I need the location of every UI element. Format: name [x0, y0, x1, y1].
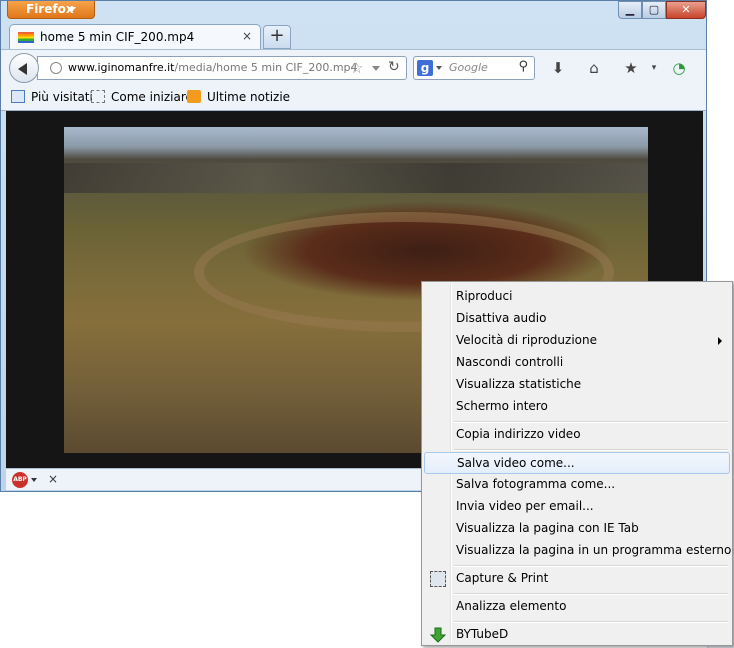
menu-item-label: Disattiva audio: [456, 311, 547, 325]
menu-item-label: Salva video come...: [457, 456, 575, 470]
menu-item-playback-speed[interactable]: Velocità di riproduzione: [424, 330, 730, 352]
menu-item-label: Capture & Print: [456, 571, 549, 585]
back-button[interactable]: [9, 53, 39, 83]
bookmark-most-visited[interactable]: Più visitati: [11, 90, 93, 104]
menu-item-email-video[interactable]: Invia video per email...: [424, 496, 730, 518]
menu-item-label: Visualizza la pagina in un programma est…: [456, 543, 734, 557]
google-icon[interactable]: g: [417, 60, 433, 76]
reload-icon[interactable]: ↻: [388, 59, 400, 75]
bookmark-getting-started[interactable]: Come iniziare: [91, 90, 193, 104]
menu-separator: [454, 449, 728, 451]
menu-item-label: Schermo intero: [456, 399, 548, 413]
menu-separator: [454, 593, 728, 595]
bookmarks-toolbar: Più visitati Come iniziare Ultime notizi…: [1, 85, 706, 111]
menu-separator: [454, 565, 728, 567]
menu-item-bytubed[interactable]: BYTubeD: [424, 624, 730, 646]
search-placeholder: Google: [449, 61, 488, 74]
search-bar[interactable]: g Google ⚲: [413, 56, 535, 80]
menu-item-copy-video-location[interactable]: Copia indirizzo video: [424, 424, 730, 446]
bookmarks-menu-icon[interactable]: ★: [621, 58, 641, 78]
search-icon[interactable]: ⚲: [518, 59, 528, 74]
menu-item-label: BYTubeD: [456, 627, 509, 641]
title-bar: Firefox ▁ ▢ ✕: [1, 1, 706, 21]
tab-close-icon[interactable]: ×: [242, 29, 252, 43]
firefox-menu-button[interactable]: Firefox: [7, 1, 95, 19]
submenu-arrow-icon: [718, 337, 722, 345]
search-engine-dropdown-icon[interactable]: [436, 66, 442, 70]
firefox-menu-label: Firefox: [26, 2, 74, 16]
menu-item-save-video-as[interactable]: Salva video come...: [424, 452, 730, 474]
home-icon[interactable]: ⌂: [584, 58, 604, 78]
menu-item-hide-controls[interactable]: Nascondi controlli: [424, 352, 730, 374]
chevron-down-icon: [68, 7, 76, 12]
tab-title: home 5 min CIF_200.mp4: [40, 30, 195, 44]
adblock-plus-icon[interactable]: ABP: [12, 472, 28, 488]
menu-item-mute[interactable]: Disattiva audio: [424, 308, 730, 330]
favicon-icon: [18, 32, 34, 43]
menu-item-label: Salva fotogramma come...: [456, 477, 616, 491]
url-domain: www.iginomanfre.it: [68, 61, 175, 74]
menu-item-label: Velocità di riproduzione: [456, 333, 597, 347]
minimize-button[interactable]: ▁: [618, 1, 642, 19]
menu-item-show-statistics[interactable]: Visualizza statistiche: [424, 374, 730, 396]
menu-item-label: Visualizza statistiche: [456, 377, 582, 391]
globe-icon: [50, 62, 62, 74]
history-dropdown-icon[interactable]: [372, 66, 380, 71]
menu-separator: [454, 621, 728, 623]
sync-addon-icon[interactable]: ◔: [669, 58, 689, 78]
download-icon[interactable]: ⬇: [548, 58, 568, 78]
menu-item-view-in-external-program[interactable]: Visualizza la pagina in un programma est…: [424, 540, 734, 562]
menu-item-label: Visualizza la pagina con IE Tab: [456, 521, 639, 535]
bytubed-icon: [429, 627, 447, 643]
capture-icon: [430, 571, 446, 587]
tab-video[interactable]: home 5 min CIF_200.mp4 ×: [9, 24, 261, 50]
menu-item-capture-print[interactable]: Capture & Print: [424, 568, 730, 590]
menu-item-label: Riproduci: [456, 289, 513, 303]
menu-item-label: Nascondi controlli: [456, 355, 564, 369]
menu-item-view-in-ie-tab[interactable]: Visualizza la pagina con IE Tab: [424, 518, 730, 540]
bookmarks-dropdown-icon[interactable]: ▾: [644, 58, 664, 78]
maximize-button[interactable]: ▢: [642, 1, 666, 19]
bookmark-label: Come iniziare: [111, 90, 193, 104]
bookmark-label: Più visitati: [31, 90, 93, 104]
menu-separator: [454, 421, 728, 423]
menu-item-label: Analizza elemento: [456, 599, 567, 613]
tab-strip: home 5 min CIF_200.mp4 × +: [1, 21, 706, 50]
url-text[interactable]: www.iginomanfre.it/media/home 5 min CIF_…: [68, 61, 358, 74]
url-path: /media/home 5 min CIF_200.mp4: [174, 61, 358, 74]
page-icon: [91, 90, 105, 103]
video-context-menu: Riproduci Disattiva audio Velocità di ri…: [421, 281, 734, 646]
rss-icon: [187, 90, 201, 103]
menu-item-label: Copia indirizzo video: [456, 427, 581, 441]
bookmark-star-icon[interactable]: ☆: [350, 59, 363, 77]
addon-bar-close-icon[interactable]: ×: [48, 472, 58, 486]
adblock-dropdown-icon[interactable]: [31, 478, 37, 482]
menu-item-inspect-element[interactable]: Analizza elemento: [424, 596, 730, 618]
close-window-button[interactable]: ✕: [666, 1, 706, 19]
most-visited-icon: [11, 90, 25, 103]
video-frame-mountains: [64, 163, 648, 193]
navigation-toolbar: www.iginomanfre.it/media/home 5 min CIF_…: [1, 49, 706, 85]
menu-item-play[interactable]: Riproduci: [424, 286, 730, 308]
bookmark-latest-news[interactable]: Ultime notizie: [187, 90, 290, 104]
menu-item-fullscreen[interactable]: Schermo intero: [424, 396, 730, 418]
new-tab-button[interactable]: +: [263, 25, 291, 49]
menu-item-label: Invia video per email...: [456, 499, 594, 513]
url-bar[interactable]: www.iginomanfre.it/media/home 5 min CIF_…: [37, 56, 407, 80]
bookmark-label: Ultime notizie: [207, 90, 291, 104]
menu-item-save-snapshot-as[interactable]: Salva fotogramma come...: [424, 474, 730, 496]
